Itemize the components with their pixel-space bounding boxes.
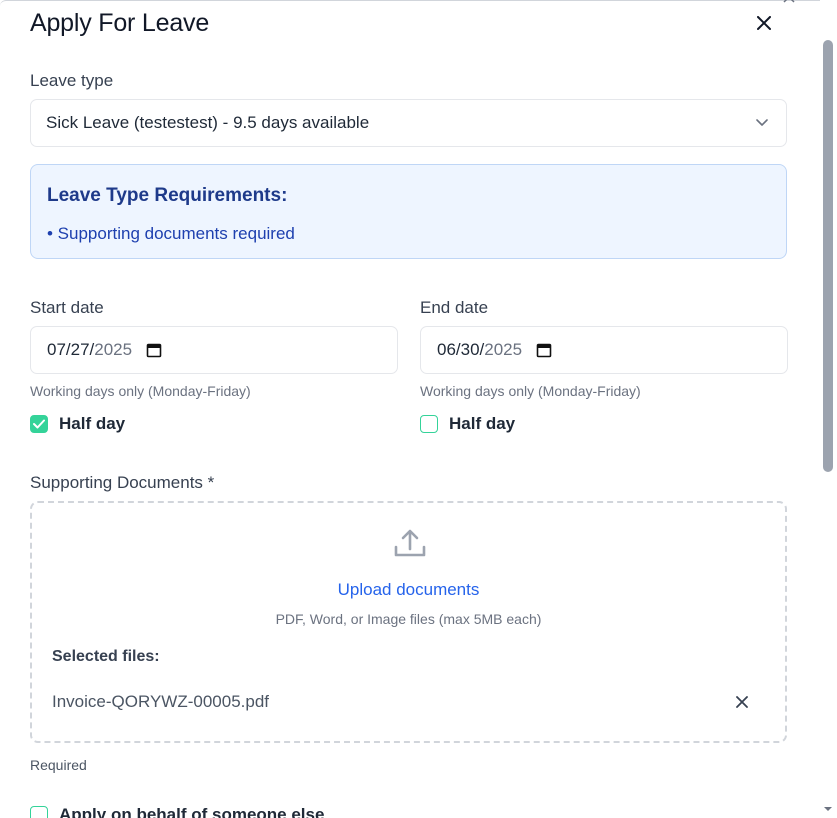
end-half-day-checkbox[interactable]: Half day xyxy=(420,414,515,434)
close-button[interactable] xyxy=(752,11,776,35)
apply-leave-dialog: Apply For Leave Leave type Sick Leave (t… xyxy=(0,0,820,818)
end-date-mmdd: 06/30/ xyxy=(437,340,485,359)
end-date-input[interactable]: 06/30/2025 xyxy=(420,326,788,374)
calendar-icon[interactable] xyxy=(536,342,552,358)
apply-on-behalf-checkbox[interactable]: Apply on behalf of someone else xyxy=(30,805,324,818)
apply-on-behalf-label: Apply on behalf of someone else xyxy=(59,805,325,818)
requirements-title: Leave Type Requirements: xyxy=(47,185,288,206)
start-half-day-checkbox[interactable]: Half day xyxy=(30,414,125,434)
selected-file-name: Invoice-QORYWZ-00005.pdf xyxy=(52,692,269,711)
upload-hint: PDF, Word, or Image files (max 5MB each) xyxy=(275,611,542,627)
end-date-help: Working days only (Monday-Friday) xyxy=(420,383,641,399)
close-icon xyxy=(736,696,748,708)
calendar-icon[interactable] xyxy=(146,342,162,358)
leave-type-value: Sick Leave (testestest) - 9.5 days avail… xyxy=(46,113,370,132)
scroll-up-arrow-icon[interactable] xyxy=(782,0,796,4)
dialog-title: Apply For Leave xyxy=(30,9,210,37)
requirement-item: • Supporting documents required xyxy=(47,224,295,243)
scrollbar-thumb[interactable] xyxy=(823,40,833,472)
upload-dropzone[interactable]: Upload documents PDF, Word, or Image fil… xyxy=(30,501,787,743)
end-half-day-label: Half day xyxy=(449,414,516,433)
supporting-documents-label: Supporting Documents * xyxy=(30,473,215,492)
end-date-label: End date xyxy=(420,298,489,317)
requirements-box: Leave Type Requirements: • Supporting do… xyxy=(30,164,787,259)
required-message: Required xyxy=(30,757,87,773)
checkbox-unchecked[interactable] xyxy=(30,806,48,818)
upload-icon xyxy=(394,529,426,557)
start-date-year: 2025 xyxy=(94,340,133,359)
start-date-label: Start date xyxy=(30,298,104,317)
close-icon xyxy=(757,16,771,30)
start-date-mmdd: 07/27/ xyxy=(47,340,95,359)
leave-type-label: Leave type xyxy=(30,71,114,90)
checkbox-checked[interactable] xyxy=(30,415,48,433)
start-date-input[interactable]: 07/27/2025 xyxy=(30,326,398,374)
end-date-year: 2025 xyxy=(484,340,523,359)
selected-files-title: Selected files: xyxy=(52,648,160,665)
start-half-day-label: Half day xyxy=(59,414,126,433)
start-date-help: Working days only (Monday-Friday) xyxy=(30,383,251,399)
chevron-down-icon xyxy=(756,119,768,126)
checkbox-unchecked[interactable] xyxy=(420,415,438,433)
scroll-down-arrow-icon[interactable] xyxy=(823,804,833,814)
remove-file-button[interactable] xyxy=(732,692,752,712)
check-icon xyxy=(33,419,45,429)
leave-type-select[interactable]: Sick Leave (testestest) - 9.5 days avail… xyxy=(30,99,787,147)
upload-documents-link[interactable]: Upload documents xyxy=(32,580,785,600)
